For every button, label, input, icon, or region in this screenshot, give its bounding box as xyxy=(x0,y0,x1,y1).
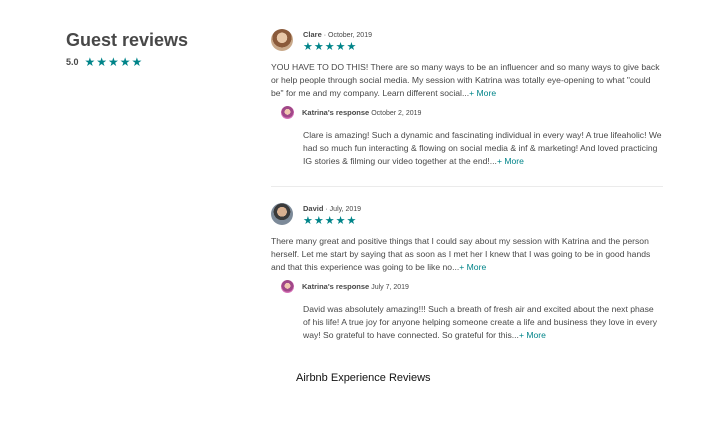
review-card: Clare · October, 2019 ★★★★★ YOU HAVE TO … xyxy=(271,29,663,168)
author-name[interactable]: David xyxy=(303,204,323,213)
star-rating-icon: ★★★★★ xyxy=(84,55,144,69)
more-link[interactable]: + More xyxy=(459,262,486,272)
review-date: July, 2019 xyxy=(329,206,362,213)
review-header: Clare · October, 2019 ★★★★★ xyxy=(271,29,663,53)
avatar[interactable] xyxy=(281,280,294,293)
response-body: David was absolutely amazing!!! Such a b… xyxy=(303,304,657,340)
rating-summary: 5.0 ★★★★★ xyxy=(66,55,188,69)
response-text: David was absolutely amazing!!! Such a b… xyxy=(303,303,663,342)
reviews-summary: Guest reviews 5.0 ★★★★★ xyxy=(66,30,188,69)
avatar[interactable] xyxy=(271,203,293,225)
avatar[interactable] xyxy=(281,106,294,119)
review-meta: Clare · October, 2019 ★★★★★ xyxy=(303,30,372,53)
rating-value: 5.0 xyxy=(66,57,79,67)
response-text: Clare is amazing! Such a dynamic and fas… xyxy=(303,129,663,168)
author-line: Clare · October, 2019 xyxy=(303,30,372,39)
response-author: Katrina's response xyxy=(302,282,370,291)
review-card: David · July, 2019 ★★★★★ There many grea… xyxy=(271,203,663,342)
review-header: David · July, 2019 ★★★★★ xyxy=(271,203,663,227)
review-date: October, 2019 xyxy=(328,32,372,39)
author-line: David · July, 2019 xyxy=(303,204,361,213)
author-name[interactable]: Clare xyxy=(303,30,322,39)
review-meta: David · July, 2019 ★★★★★ xyxy=(303,204,361,227)
divider xyxy=(271,186,663,187)
review-text: YOU HAVE TO DO THIS! There are so many w… xyxy=(271,61,663,100)
star-rating-icon: ★★★★★ xyxy=(303,215,358,227)
host-response: Katrina's response October 2, 2019 Clare… xyxy=(281,106,663,168)
more-link[interactable]: + More xyxy=(497,156,524,166)
more-link[interactable]: + More xyxy=(519,330,546,340)
section-title: Guest reviews xyxy=(66,30,189,50)
response-date: October 2, 2019 xyxy=(371,110,422,117)
response-author: Katrina's response xyxy=(302,108,370,117)
more-link[interactable]: + More xyxy=(469,88,496,98)
caption: Airbnb Experience Reviews xyxy=(296,372,431,384)
response-body: Clare is amazing! Such a dynamic and fas… xyxy=(303,130,662,166)
response-header: Katrina's response July 7, 2019 xyxy=(281,280,663,293)
star-rating-icon: ★★★★★ xyxy=(303,41,358,53)
response-header: Katrina's response October 2, 2019 xyxy=(281,106,663,119)
response-date: July 7, 2019 xyxy=(371,284,409,291)
avatar[interactable] xyxy=(271,29,293,51)
host-response: Katrina's response July 7, 2019 David wa… xyxy=(281,280,663,342)
review-text: There many great and positive things tha… xyxy=(271,235,663,274)
review-body: YOU HAVE TO DO THIS! There are so many w… xyxy=(271,62,660,98)
